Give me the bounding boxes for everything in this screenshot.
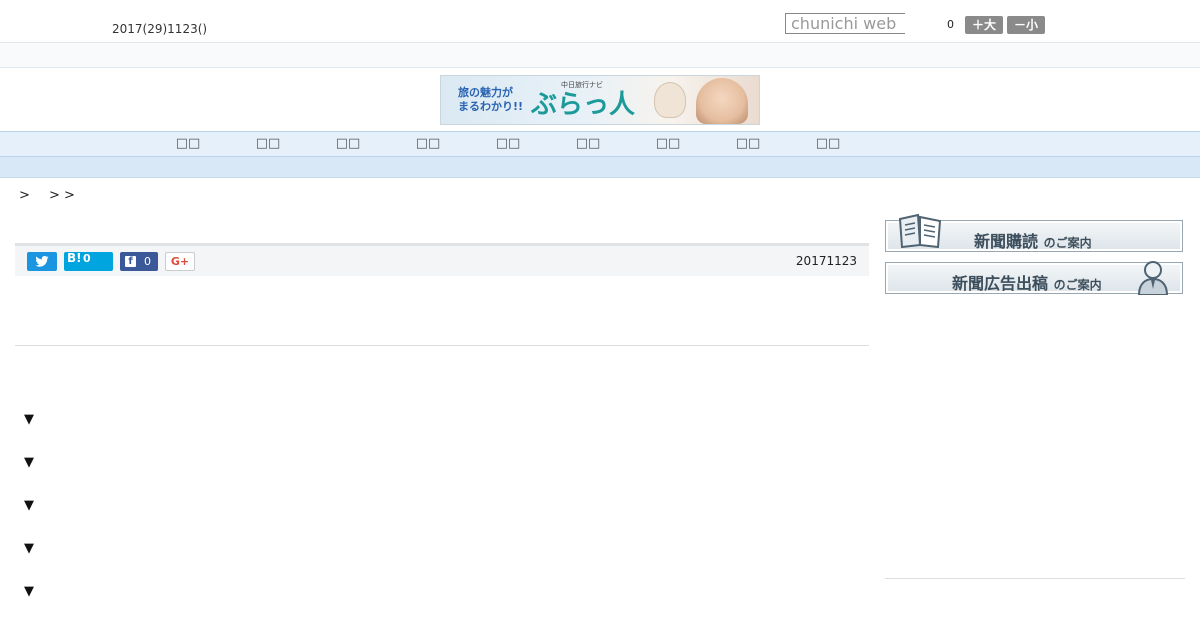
share-bar: B! 0 f 0 G+ 20171123: [15, 243, 869, 276]
facebook-count: 0: [144, 255, 151, 268]
nav-item[interactable]: □□: [248, 136, 288, 151]
top-bar: 2017(29)1123() 0 ＋大 －小: [0, 0, 1200, 43]
google-plus-button[interactable]: G+: [165, 252, 195, 271]
twitter-share-button[interactable]: [27, 252, 57, 271]
font-size-indicator: 0: [947, 18, 954, 31]
main-nav: □□ □□ □□ □□ □□ □□ □□ □□ □□: [0, 131, 1200, 157]
current-date: 2017(29)1123(): [112, 22, 208, 36]
section-marker: ▼: [24, 584, 34, 599]
article-divider: [15, 345, 869, 346]
banner-logo: ぶらっ人: [531, 90, 636, 120]
search-input[interactable]: [785, 13, 905, 34]
facebook-icon: f: [125, 256, 136, 267]
section-marker: ▼: [24, 498, 34, 513]
hatena-count: 0: [83, 252, 91, 265]
publish-date: 20171123: [795, 254, 857, 268]
nav-item[interactable]: □□: [568, 136, 608, 151]
nav-item[interactable]: □□: [168, 136, 208, 151]
twitter-icon: [35, 256, 49, 267]
newspaper-subscription-link[interactable]: 新聞購読 のご案内: [885, 213, 1183, 252]
nav-item[interactable]: □□: [808, 136, 848, 151]
nav-item[interactable]: □□: [648, 136, 688, 151]
breadcrumb-separator: > >: [49, 188, 75, 203]
font-enlarge-button[interactable]: ＋大: [965, 16, 1003, 34]
newspaper-advertising-link[interactable]: 新聞広告出稿 のご案内: [885, 261, 1183, 295]
sidebar-divider: [885, 578, 1185, 579]
nav-item[interactable]: □□: [728, 136, 768, 151]
nav-item[interactable]: □□: [328, 136, 368, 151]
header-strip: [0, 43, 1200, 68]
section-marker: ▼: [24, 412, 34, 427]
advertise-label: 新聞広告出稿 のご案内: [952, 274, 1102, 293]
person-icon: [1137, 261, 1169, 295]
font-shrink-button[interactable]: －小: [1007, 16, 1045, 34]
seashell-image: [654, 82, 686, 118]
section-marker: ▼: [24, 541, 34, 556]
breadcrumb-separator: >: [19, 188, 30, 203]
banner-tagline: 旅の魅力が まるわかり!!: [458, 86, 524, 113]
hatena-bookmark-button[interactable]: B! 0: [64, 251, 113, 271]
woman-photo: [696, 78, 748, 124]
sub-nav: [0, 157, 1200, 178]
nav-item[interactable]: □□: [488, 136, 528, 151]
open-book-icon: [898, 213, 942, 249]
nav-item[interactable]: □□: [408, 136, 448, 151]
subscribe-label: 新聞購読 のご案内: [974, 232, 1092, 251]
facebook-share-button[interactable]: f 0: [120, 252, 158, 271]
travel-banner-ad[interactable]: 旅の魅力が まるわかり!! 中日旅行ナビ ぶらっ人: [440, 75, 760, 125]
hatena-icon: B!: [67, 251, 82, 265]
section-marker: ▼: [24, 455, 34, 470]
